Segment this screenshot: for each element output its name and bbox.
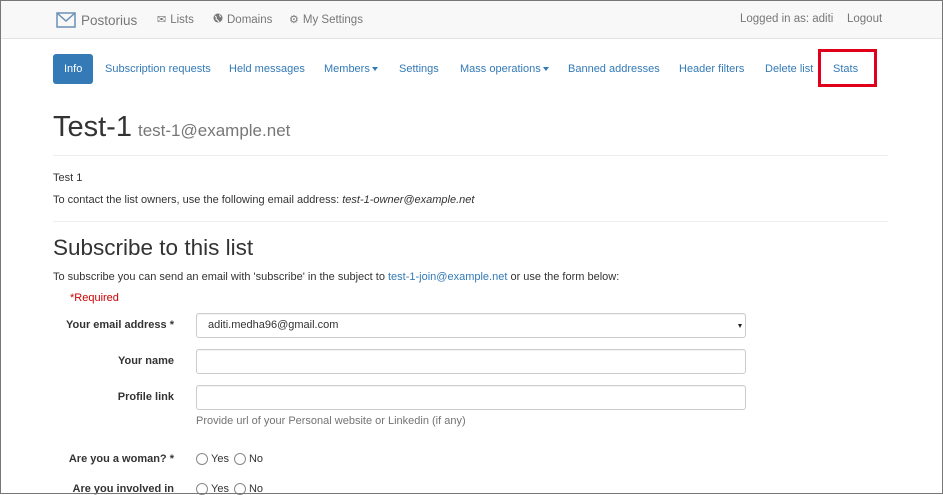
page-title: Test-1 test-1@example.net (53, 111, 290, 144)
yes-label: Yes (211, 483, 229, 495)
logout-label: Logout (847, 13, 883, 25)
tab-delete-list-label: Delete list (765, 63, 814, 75)
tab-header-filters-label: Header filters (679, 63, 745, 75)
brand-name: Postorius (81, 12, 138, 28)
email-select-value: aditi.medha96@gmail.com (208, 319, 339, 331)
subscribe-intro: To subscribe you can send an email with … (53, 271, 619, 283)
radio-button[interactable] (233, 483, 246, 495)
involved-radio-group: Yes No (196, 483, 268, 495)
contact-text: To contact the list owners, use the foll… (53, 194, 474, 206)
tab-settings-label: Settings (399, 63, 439, 75)
envelope-logo-icon (56, 12, 76, 28)
tab-mass-operations-label: Mass operations (460, 63, 541, 75)
required-note: *Required (70, 292, 119, 304)
owner-email: test-1-owner@example.net (342, 194, 475, 206)
contact-prefix: To contact the list owners, use the foll… (53, 194, 340, 206)
logout-link[interactable]: Logout (847, 13, 882, 25)
stats-highlight-box (818, 49, 877, 87)
logged-in-text: Logged in as: aditi (740, 13, 833, 25)
yes-label: Yes (211, 453, 229, 465)
nav-domains[interactable]: Domains (213, 13, 272, 26)
name-label: Your name (117, 355, 174, 367)
list-address: test-1@example.net (137, 121, 291, 140)
tab-settings[interactable]: Settings (388, 54, 450, 84)
envelope-icon: ✉ (157, 14, 167, 26)
nav-my-settings-label: My Settings (302, 13, 363, 26)
email-label: Your email address * (65, 319, 174, 331)
caret-down-icon (542, 67, 549, 72)
tab-subscription-requests-label: Subscription requests (105, 63, 211, 75)
caret-down-icon (371, 67, 378, 72)
tab-mass-operations[interactable]: Mass operations (449, 54, 560, 84)
dropdown-arrow-icon (738, 324, 742, 328)
divider (53, 221, 888, 222)
tab-members-label: Members (324, 63, 370, 75)
logged-in-label: Logged in as: aditi (740, 13, 834, 25)
list-description: Test 1 (53, 172, 83, 184)
gear-icon: ⚙ (289, 14, 299, 26)
nav-lists[interactable]: ✉ Lists (157, 13, 194, 27)
profile-help-text: Provide url of your Personal website or … (196, 415, 466, 427)
radio-button[interactable] (196, 483, 208, 495)
nav-my-settings[interactable]: ⚙ My Settings (289, 13, 363, 27)
profile-link-input[interactable] (196, 385, 746, 410)
tab-banned-addresses[interactable]: Banned addresses (557, 54, 671, 84)
brand-logo[interactable]: Postorius (56, 12, 137, 28)
tab-info-label: Info (64, 63, 83, 75)
woman-question-label: Are you a woman? * (68, 453, 174, 465)
name-input[interactable] (196, 349, 746, 374)
tab-delete-list[interactable]: Delete list (754, 54, 824, 84)
involved-question-label: Are you involved in (72, 483, 174, 495)
no-label: No (248, 453, 264, 465)
tab-held-messages[interactable]: Held messages (218, 54, 316, 84)
top-navbar: Postorius ✉ Lists Domains ⚙ My Settings … (1, 1, 942, 39)
radio-button[interactable] (233, 453, 246, 465)
email-select[interactable]: aditi.medha96@gmail.com (196, 313, 746, 338)
list-name: Test-1 (53, 111, 132, 143)
tab-header-filters[interactable]: Header filters (668, 54, 755, 84)
intro-prefix: To subscribe you can send an email with … (53, 271, 385, 283)
tab-info[interactable]: Info (53, 54, 94, 84)
woman-yes-option[interactable]: Yes (196, 453, 229, 465)
woman-no-option[interactable]: No (233, 453, 264, 465)
tab-banned-addresses-label: Banned addresses (568, 63, 660, 75)
involved-yes-option[interactable]: Yes (196, 483, 229, 495)
no-label: No (248, 483, 264, 495)
subscribe-heading: Subscribe to this list (53, 235, 254, 260)
join-email-link[interactable]: test-1-join@example.net (388, 271, 507, 283)
nav-lists-label: Lists (170, 13, 194, 26)
tab-held-messages-label: Held messages (229, 63, 305, 75)
tab-members[interactable]: Members (313, 54, 389, 84)
intro-suffix: or use the form below: (510, 271, 620, 283)
tab-subscription-requests[interactable]: Subscription requests (94, 54, 222, 84)
nav-domains-label: Domains (227, 13, 273, 26)
divider (53, 155, 888, 156)
profile-label: Profile link (117, 391, 174, 403)
involved-no-option[interactable]: No (233, 483, 264, 495)
radio-button[interactable] (196, 453, 208, 465)
globe-icon (213, 13, 223, 26)
woman-radio-group: Yes No (196, 453, 268, 465)
